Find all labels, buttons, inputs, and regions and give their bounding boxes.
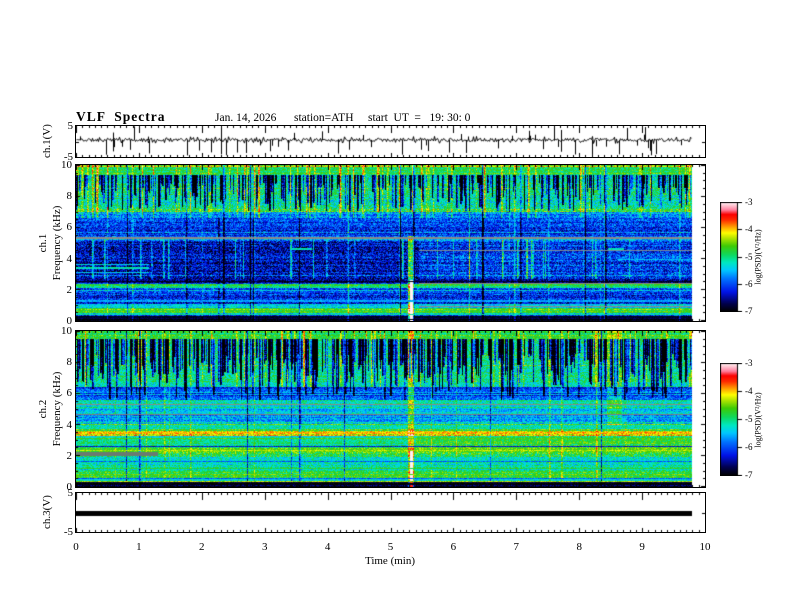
colorbar-tick-label: -3 — [745, 197, 753, 207]
vlf-spectra-figure: VLF Spectra Jan. 14, 2026 station=ATH st… — [0, 0, 792, 612]
ch1-freq-tick-label: 4 — [66, 252, 73, 265]
ch2-freq-tick-label: 6 — [66, 387, 73, 400]
ch1-freq-tick-label: 8 — [66, 190, 73, 203]
colorbar-tick-label: -5 — [745, 414, 753, 424]
x-tick-label: 9 — [639, 541, 645, 553]
ch1-spectrogram-canvas — [76, 165, 705, 321]
ch1-voltage-axis-label: ch.1(V) — [41, 124, 53, 158]
colorbar-tick-label: -7 — [745, 470, 753, 480]
ch2-freq-tick-label: 4 — [66, 418, 73, 431]
ch1-volt-tick-label: -5 — [63, 151, 73, 163]
figure-station: station=ATH — [294, 112, 354, 124]
ch1-colorbar — [720, 202, 744, 312]
colorbar-tick-label: -3 — [745, 358, 753, 368]
ch1-volt-tick-label: 5 — [67, 120, 74, 132]
ch3-volt-tick-label: 5 — [67, 487, 74, 499]
ch1-frequency-axis-label: Frequency (kHz) — [51, 205, 63, 281]
ch3-waveform-canvas — [76, 493, 705, 532]
ch2-freq-tick-label: 10 — [61, 325, 72, 337]
x-tick-label: 10 — [699, 541, 711, 553]
ch1-spectrogram-panel — [75, 164, 706, 322]
figure-start-ut: start UT = 19: 30: 0 — [368, 112, 471, 124]
figure-date: Jan. 14, 2026 — [215, 112, 277, 124]
ch1-freq-tick-label: 2 — [66, 283, 73, 296]
ch2-spectrogram-panel — [75, 330, 706, 488]
colorbar-tick-label: -6 — [745, 278, 753, 289]
time-axis-label: Time (min) — [364, 555, 416, 567]
ch1-colorbar-unit-label: log(PSD)(V²/Hz) — [753, 229, 763, 285]
ch1-voltage-panel — [75, 125, 706, 158]
colorbar-tick-label: -7 — [745, 306, 753, 316]
x-tick-label: 5 — [387, 541, 394, 553]
ch2-freq-tick-label: 2 — [66, 449, 73, 462]
ch1-waveform-canvas — [76, 126, 705, 157]
colorbar-tick-label: -4 — [745, 386, 753, 396]
ch1-channel-label: ch.1 — [37, 233, 49, 253]
figure-title: VLF Spectra — [76, 109, 166, 124]
x-tick-label: 6 — [450, 541, 457, 553]
colorbar-tick-label: -4 — [745, 224, 753, 235]
x-tick-label: 4 — [324, 541, 331, 553]
x-tick-label: 8 — [576, 541, 582, 553]
ch3-volt-tick-label: -5 — [63, 526, 73, 538]
ch3-voltage-axis-label: ch.3(V) — [41, 495, 53, 529]
ch2-colorbar — [720, 363, 744, 476]
ch2-frequency-axis-label: Frequency (kHz) — [51, 371, 63, 447]
ch2-channel-label: ch.2 — [37, 399, 49, 419]
x-tick-label: 3 — [261, 541, 268, 553]
x-tick-label: 2 — [199, 541, 205, 553]
x-tick-label: 1 — [136, 541, 142, 553]
ch3-voltage-panel — [75, 492, 706, 533]
colorbar-tick-label: -6 — [745, 442, 753, 452]
ch1-freq-tick-label: 6 — [66, 221, 73, 234]
ch2-freq-tick-label: 8 — [66, 356, 73, 369]
ch2-colorbar-unit-label: log(PSD)(V²/Hz) — [753, 392, 763, 448]
ch2-spectrogram-canvas — [76, 331, 705, 487]
colorbar-tick-label: -5 — [745, 251, 753, 262]
x-tick-label: 0 — [73, 541, 79, 553]
x-tick-label: 7 — [513, 541, 520, 553]
